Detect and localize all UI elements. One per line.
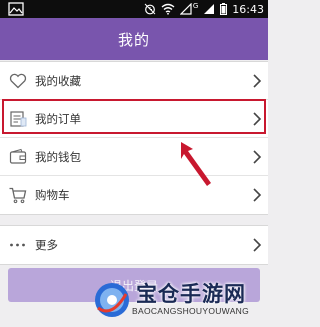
wifi-icon [161, 3, 175, 15]
wallet-icon [9, 148, 27, 164]
menu-item-label: 我的收藏 [35, 73, 81, 88]
menu-item-orders[interactable]: 我的订单 [0, 100, 268, 138]
signal-icon-2 [204, 4, 215, 14]
menu-item-label: 我的订单 [35, 111, 81, 126]
chevron-right-icon [253, 188, 262, 202]
menu-item-label: 购物车 [35, 188, 70, 202]
menu-group-secondary: 更多 [0, 225, 268, 265]
menu-item-favorites[interactable]: 我的收藏 [0, 62, 268, 100]
order-icon [10, 110, 27, 127]
menu-item-more[interactable]: 更多 [0, 226, 268, 264]
menu-item-cart[interactable]: 购物车 [0, 176, 268, 214]
menu-item-label: 更多 [35, 238, 58, 252]
network-type-label: G [192, 2, 199, 10]
menu-group-primary: 我的收藏 我的订单 我的钱包 购物车 [0, 61, 268, 215]
watermark-subtitle: BAOCANGSHOUYOUWANG [132, 306, 250, 316]
header-bar: 我的 [0, 18, 268, 60]
page-title: 我的 [117, 30, 150, 49]
watermark: 宝仓手游网 BAOCANGSHOUYOUWANG [88, 276, 268, 327]
status-time: 16:43 [232, 2, 264, 16]
pointer-arrow-icon [181, 142, 211, 186]
chevron-right-icon [253, 73, 262, 88]
heart-icon [9, 73, 27, 88]
more-icon [10, 243, 25, 247]
chevron-right-icon [253, 238, 262, 252]
chevron-right-icon [253, 149, 262, 164]
watermark-title: 宝仓手游网 [136, 281, 246, 306]
signal-icon [179, 3, 192, 15]
cart-icon [9, 187, 27, 204]
menu-item-wallet[interactable]: 我的钱包 [0, 138, 268, 176]
menu-item-label: 我的钱包 [35, 149, 81, 164]
watermark-logo-icon [95, 283, 129, 317]
battery-icon [220, 3, 228, 15]
status-bar: G 16:43 [0, 0, 268, 18]
image-notification-icon [8, 2, 24, 16]
alarm-icon [144, 3, 156, 15]
chevron-right-icon [253, 111, 262, 126]
